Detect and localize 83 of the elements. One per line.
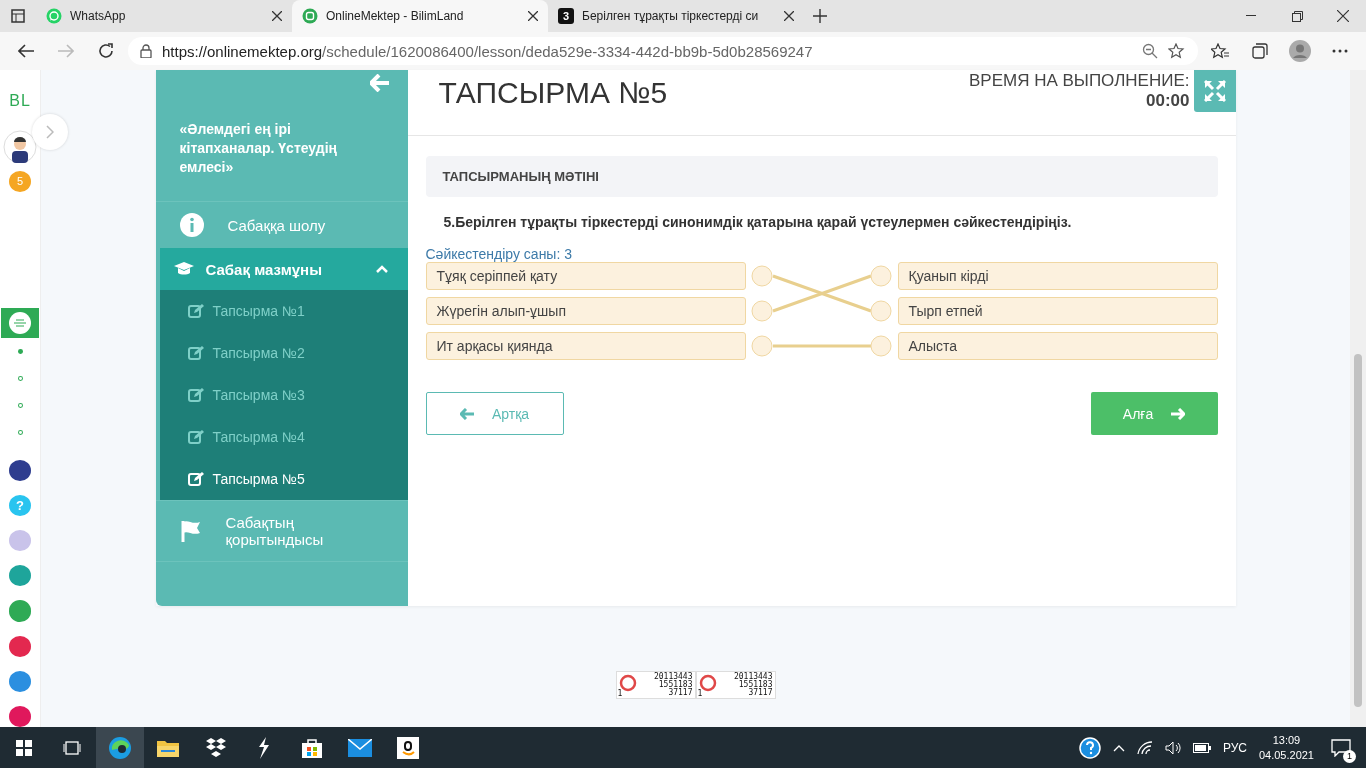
notifications-icon[interactable]: [1331, 738, 1351, 757]
browser-tab[interactable]: OnlineMektep - BilimLand: [292, 0, 548, 32]
counter-corner: 1: [697, 690, 703, 698]
tab-title: Берілген тұрақты тіркестерді си: [582, 9, 760, 23]
clock-date: 04.05.2021: [1258, 747, 1314, 763]
edit-icon: [187, 388, 204, 402]
step-dot[interactable]: [17, 349, 23, 355]
clock-time: 13:09: [1272, 732, 1301, 748]
info-icon: [179, 213, 204, 237]
circle-logo-icon: [302, 8, 318, 24]
match-item[interactable]: Ит арқасы қиянда: [425, 332, 746, 360]
graduation-cap-icon: [173, 262, 194, 276]
match-item[interactable]: Тұяқ серіппей қату: [425, 262, 746, 290]
task-label: Тапсырма №4: [212, 429, 305, 445]
match-item[interactable]: Жүрегін алып-ұшып: [425, 297, 746, 325]
app-icon[interactable]: [9, 635, 31, 657]
match-item[interactable]: Тырп етпей: [897, 297, 1218, 325]
timer-value: 00:00: [1146, 91, 1190, 111]
browser-tab[interactable]: WhatsApp: [36, 0, 292, 32]
lock-icon: [140, 44, 152, 58]
lines-icon: [8, 311, 32, 336]
edit-icon: [187, 430, 204, 444]
browser-tab[interactable]: 3 Берілген тұрақты тіркестерді си: [548, 0, 804, 32]
tab-title: OnlineMektep - BilimLand: [326, 9, 465, 23]
speaker-icon[interactable]: [1164, 740, 1181, 755]
chevron-right-icon: [46, 125, 54, 139]
favicon: 3: [558, 8, 574, 24]
panel-heading: ТАПСЫРМАНЫҢ МӘТІНІ: [425, 156, 1218, 197]
url-path: /schedule/1620086400/lesson/deda529e-3334-442d-bb9b-5d0b28569247: [322, 42, 813, 60]
url-host: https://onlinemektep.org: [162, 42, 323, 60]
match-item[interactable]: Қуанып кірді: [897, 262, 1218, 290]
counter-value: 20113443: [653, 673, 693, 681]
edit-icon: [187, 304, 204, 318]
flag-icon: [179, 519, 202, 543]
avatar: [3, 130, 37, 163]
match-item[interactable]: Алыста: [897, 332, 1218, 360]
add-favorite-icon[interactable]: [1168, 43, 1186, 59]
item-label: Сабаққа шолу: [227, 216, 326, 234]
question-text: 5.Берілген тұрақты тіркестерді синонимдік қатарына қарай үстеулермен сәйкестендіріңіз.: [442, 213, 1073, 232]
task-label: Тапсырма №2: [212, 345, 305, 361]
notification-count: 1: [1343, 749, 1356, 763]
task-item[interactable]: Тапсырма №5: [159, 458, 408, 500]
zoom-out-icon[interactable]: [1142, 43, 1158, 59]
arrow-right-icon: [1171, 407, 1186, 420]
score-badge: 5: [9, 170, 31, 192]
lesson-title: «Әлемдегі ең ірі кітапханалар. Үстеудің емлесі»: [178, 120, 339, 177]
expand-arrows-icon: [1203, 80, 1226, 102]
scrollbar[interactable]: [1350, 70, 1366, 727]
close-icon[interactable]: [272, 11, 282, 21]
app-icon[interactable]: [9, 705, 31, 727]
timer-label: ВРЕМЯ НА ВЫПОЛНЕНИЕ:: [969, 71, 1190, 91]
close-icon[interactable]: [528, 11, 538, 21]
section-label: Сабақ мазмұны: [205, 260, 323, 278]
expand-toggle[interactable]: [32, 114, 68, 150]
tab-title: WhatsApp: [70, 9, 127, 23]
match-count: Сәйкестендіру саны: 3: [425, 246, 573, 262]
app-icon[interactable]: [9, 460, 31, 482]
edit-icon: [187, 346, 204, 360]
lesson-map-button[interactable]: [1, 307, 39, 339]
chat-bubble-icon: [46, 8, 62, 24]
counter-value: 1551183: [738, 681, 773, 689]
item-label: Сабақтың қорытындысы: [225, 514, 325, 548]
task-label: Тапсырма №1: [212, 303, 305, 319]
counter-value: 37117: [748, 689, 773, 697]
chevron-up-icon[interactable]: [1112, 743, 1125, 752]
browser-icon[interactable]: [96, 727, 144, 768]
language-indicator[interactable]: РУС: [1222, 740, 1247, 755]
wifi-icon[interactable]: [1136, 740, 1153, 755]
task-title: ТАПСЫРМА №5: [438, 76, 669, 111]
arrow-left-icon: [459, 407, 474, 420]
battery-icon[interactable]: [1192, 742, 1211, 753]
counter-corner: 1: [617, 690, 623, 698]
task-label: Тапсырма №3: [212, 387, 305, 403]
clock[interactable]: 13:09 04.05.2021: [1258, 732, 1314, 763]
address-bar[interactable]: https://onlinemektep.org/schedule/1620086400/lesson/deda529e-3334-442d-bb9b-5d0b28569247: [128, 37, 1198, 65]
task-label: Тапсырма №5: [212, 471, 305, 487]
logo: BL: [9, 92, 31, 110]
help-icon[interactable]: [1078, 736, 1101, 759]
edit-icon: [187, 472, 204, 486]
counter-value: 1551183: [658, 681, 693, 689]
counter-value: 20113443: [733, 673, 773, 681]
counter-value: 37117: [668, 689, 693, 697]
close-icon[interactable]: [784, 11, 794, 21]
